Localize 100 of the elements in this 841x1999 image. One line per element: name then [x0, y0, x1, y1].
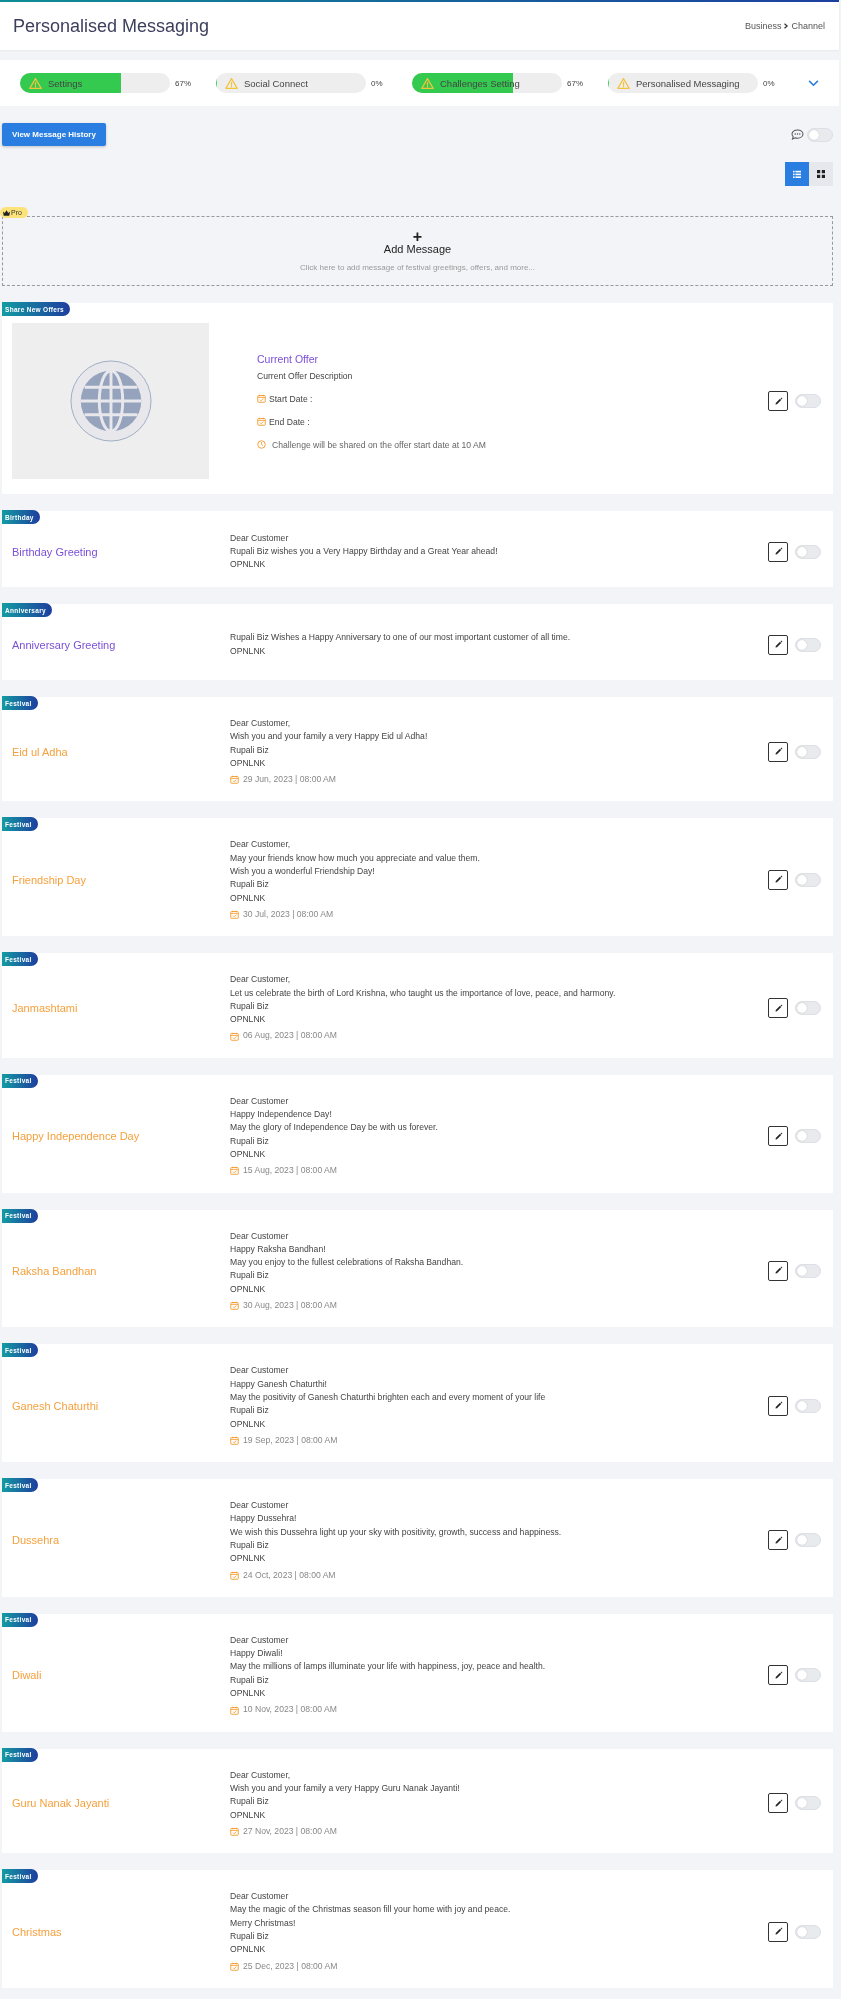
progress-percent: 67%: [175, 78, 191, 88]
toggle-switch[interactable]: [807, 127, 833, 142]
edit-button[interactable]: [768, 741, 788, 762]
schedule-date: 25 Dec, 2023 | 08:00 AM: [243, 1959, 338, 1973]
message-line: OPNLNK: [230, 644, 267, 658]
progress-percent: 0%: [371, 78, 383, 88]
message-line: OPNLNK: [230, 891, 267, 905]
toggle-switch[interactable]: [795, 1263, 821, 1278]
calendar-icon: [230, 1031, 239, 1041]
message-title: Ganesh Chaturthi: [11, 1399, 100, 1412]
calendar-icon: [230, 1301, 239, 1311]
calendar-icon: [230, 1705, 239, 1715]
message-line: Dear Customer,: [230, 717, 292, 730]
toggle-switch[interactable]: [795, 744, 821, 759]
toggle-switch[interactable]: [795, 1129, 821, 1144]
calendar-icon: [230, 1166, 239, 1176]
edit-button[interactable]: [768, 1126, 788, 1147]
toggle-switch[interactable]: [795, 1001, 821, 1015]
calendar-icon: [257, 417, 266, 426]
edit-button[interactable]: [768, 869, 788, 890]
pencil-icon: [773, 1003, 783, 1013]
progress-bar[interactable]: Social Connect: [216, 73, 366, 93]
progress-percent: 0%: [763, 78, 775, 88]
message-line: Rupali Biz: [230, 999, 270, 1013]
edit-button[interactable]: [768, 1921, 788, 1942]
edit-button[interactable]: [768, 1395, 788, 1416]
message-line: Happy Independence Day!: [230, 1108, 333, 1122]
message-line: Wish you and your family a very Happy Eid ul Adha!: [230, 730, 429, 744]
message-line: May the magic of the Christmas season fill your home with joy and peace.: [230, 1903, 512, 1917]
message-line: Dear Customer: [230, 1633, 290, 1647]
message-line: OPNLNK: [230, 1687, 267, 1701]
message-line: Happy Dussehra!: [230, 1512, 298, 1526]
toggle-switch[interactable]: [795, 1398, 821, 1413]
calendar-icon: [230, 910, 239, 920]
message-line: Rupali Biz Wishes a Happy Anniversary to one of our most important customer of all time.: [230, 631, 572, 645]
offer-title: Current Offer: [257, 352, 320, 365]
progress-bar[interactable]: Settings: [20, 73, 170, 93]
calendar-icon: [230, 775, 239, 785]
warning-icon: [225, 76, 238, 90]
schedule-date: 10 Nov, 2023 | 08:00 AM: [243, 1703, 337, 1717]
message-title: Birthday Greeting: [11, 545, 99, 558]
offer-description: Current Offer Description: [257, 370, 354, 381]
edit-button[interactable]: [768, 1793, 788, 1814]
breadcrumb-link[interactable]: Channel: [791, 21, 825, 31]
offer-note: Challenge will be shared on the offer start date at 10 AM: [272, 439, 486, 450]
warning-icon: [421, 76, 434, 90]
edit-button[interactable]: [768, 391, 788, 411]
start-date-label: Start Date :: [269, 393, 313, 404]
end-date-label: End Date :: [269, 416, 310, 427]
pencil-icon: [773, 1266, 783, 1276]
message-title: Christmas: [11, 1925, 63, 1938]
add-message-hint: Click here to add message of festival greetings, offers, and more...: [299, 262, 536, 272]
message-line: OPNLNK: [230, 1282, 267, 1296]
message-line: Dear Customer,: [230, 838, 292, 852]
schedule-date: 15 Aug, 2023 | 08:00 AM: [243, 1164, 337, 1178]
pencil-icon: [773, 1798, 783, 1808]
toggle-switch[interactable]: [795, 1668, 821, 1683]
list-view-button[interactable]: [785, 162, 809, 186]
message-line: Rupali Biz: [230, 1134, 270, 1148]
chevron-right-icon: [783, 23, 790, 29]
view-history-button[interactable]: View Message History: [2, 123, 106, 146]
message-title: Guru Nanak Jayanti: [11, 1797, 111, 1810]
schedule-date: 30 Jul, 2023 | 08:00 AM: [243, 907, 334, 921]
toggle-switch[interactable]: [795, 1924, 821, 1939]
message-line: Rupali Biz: [230, 878, 270, 892]
message-title: Diwali: [11, 1669, 43, 1682]
chat-icon: [791, 129, 804, 140]
grid-view-button[interactable]: [809, 162, 833, 186]
toggle-switch[interactable]: [795, 1796, 821, 1811]
message-line: Dear Customer: [230, 1890, 290, 1904]
message-line: Rupali Biz: [230, 1539, 270, 1552]
message-title: Raksha Bandhan: [11, 1264, 98, 1277]
message-line: Dear Customer: [230, 1094, 290, 1108]
toggle-switch[interactable]: [795, 872, 821, 887]
edit-button[interactable]: [768, 998, 788, 1018]
message-line: Merry Christmas!: [230, 1916, 297, 1930]
breadcrumb-link[interactable]: Business: [744, 21, 782, 31]
message-line: OPNLNK: [230, 1417, 267, 1431]
clock-icon: [257, 440, 266, 449]
edit-button[interactable]: [768, 1260, 788, 1281]
chevron-down-icon[interactable]: [808, 79, 819, 87]
edit-button[interactable]: [768, 1530, 788, 1551]
message-line: Let us celebrate the birth of Lord Krishna, who taught us the importance of love, peace, and harmony.: [230, 986, 617, 1000]
message-line: Dear Customer: [230, 531, 290, 545]
progress-label: Social Connect: [244, 77, 308, 89]
edit-button[interactable]: [768, 634, 788, 655]
message-line: OPNLNK: [230, 1147, 267, 1161]
toggle-switch[interactable]: [795, 637, 821, 652]
toggle-switch[interactable]: [795, 544, 821, 559]
toggle-switch[interactable]: [795, 394, 821, 408]
list-icon: [793, 170, 801, 178]
edit-button[interactable]: [768, 1665, 788, 1686]
progress-bar[interactable]: Personalised Messaging: [608, 73, 758, 93]
pencil-icon: [773, 640, 783, 649]
toggle-switch[interactable]: [795, 1533, 821, 1548]
message-line: Rupali Biz: [230, 1404, 270, 1418]
message-line: Wish you and your family a very Happy Guru Nanak Jayanti!: [230, 1781, 461, 1795]
message-line: May the glory of Independence Day be with us forever.: [230, 1121, 439, 1135]
edit-button[interactable]: [768, 541, 788, 562]
add-message-card[interactable]: + Add Message Click here to add message of festival greetings, offers, and more...: [2, 216, 833, 286]
